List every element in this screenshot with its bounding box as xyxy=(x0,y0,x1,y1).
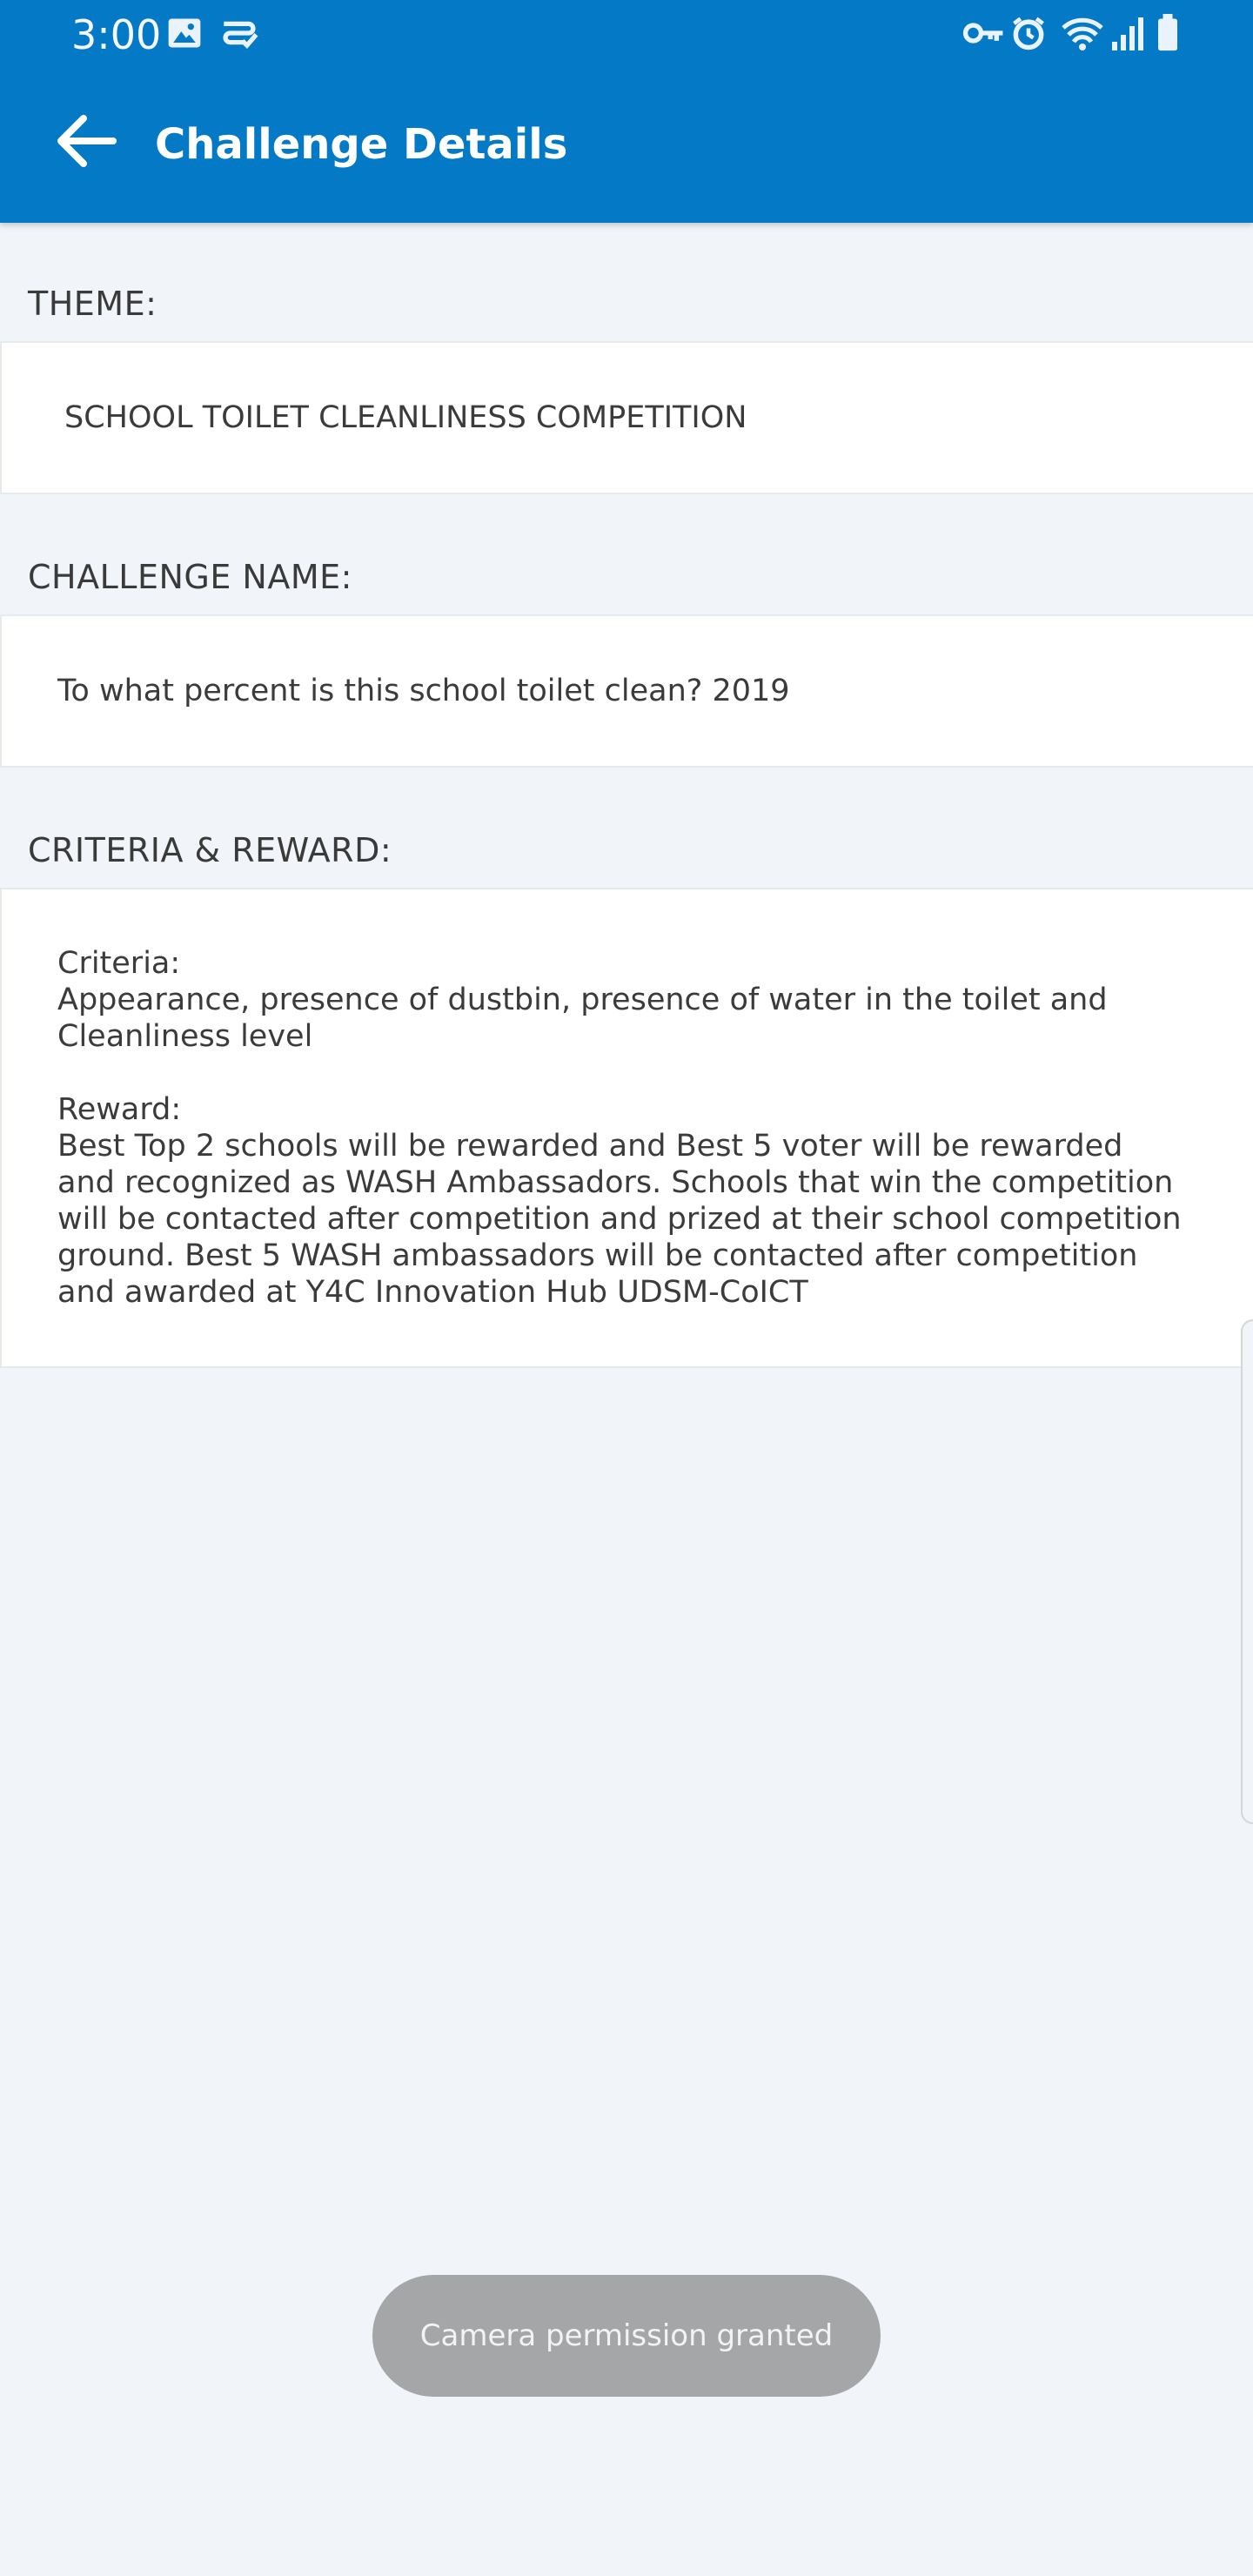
alarm-icon xyxy=(1009,14,1048,57)
theme-value: SCHOOL TOILET CLEANLINESS COMPETITION xyxy=(64,400,747,435)
arrow-back-icon xyxy=(54,113,117,173)
image-icon xyxy=(165,14,204,57)
notification-app-icon xyxy=(219,14,259,57)
criteria-text: Appearance, presence of dustbin, presenc… xyxy=(57,983,1108,1054)
vpn-key-icon xyxy=(962,14,1006,57)
toast-message: Camera permission granted xyxy=(372,2275,881,2397)
challenge-name-label: CHALLENGE NAME: xyxy=(28,558,352,596)
toolbar: Challenge Details xyxy=(0,70,1253,223)
edge-panel-handle[interactable] xyxy=(1241,1319,1253,1824)
criteria-reward-card: Criteria: Appearance, presence of dustbi… xyxy=(0,888,1253,1368)
challenge-name-card: To what percent is this school toilet cl… xyxy=(0,614,1253,768)
back-button[interactable] xyxy=(42,104,129,181)
criteria-heading: Criteria: xyxy=(57,946,181,981)
status-time: 3:00 xyxy=(71,11,162,58)
theme-label: THEME: xyxy=(28,285,157,323)
app-bar: 3:00 Challenge Details xyxy=(0,0,1253,223)
theme-card: SCHOOL TOILET CLEANLINESS COMPETITION xyxy=(0,341,1253,494)
wifi-icon xyxy=(1060,14,1105,57)
criteria-reward-label: CRITERIA & REWARD: xyxy=(28,831,392,869)
page-title: Challenge Details xyxy=(155,120,568,169)
criteria-reward-content: Criteria: Appearance, presence of dustbi… xyxy=(57,945,1189,1311)
reward-heading: Reward: xyxy=(57,1092,182,1127)
reward-text: Best Top 2 schools will be rewarded and … xyxy=(57,1129,1182,1310)
status-bar: 3:00 xyxy=(0,0,1253,70)
signal-icon xyxy=(1110,14,1145,57)
battery-icon xyxy=(1156,14,1180,57)
challenge-name-value: To what percent is this school toilet cl… xyxy=(57,674,790,708)
